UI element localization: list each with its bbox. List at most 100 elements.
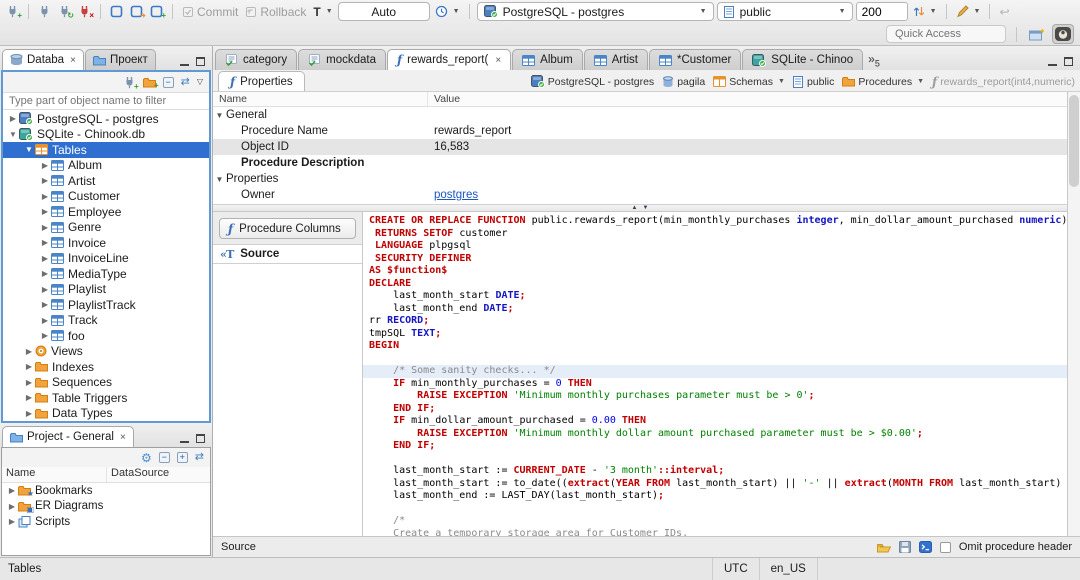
property-row[interactable]: Procedure Name rewards_report	[213, 123, 1067, 139]
code-line[interactable]: tmpSQL TEXT;	[363, 328, 1067, 341]
chevron-right-icon[interactable]: ▶	[23, 378, 35, 387]
breadcrumb-item[interactable]: Schemas ▼	[709, 76, 789, 88]
vertical-scrollbar[interactable]	[1067, 92, 1080, 536]
new-folder-icon[interactable]: +	[142, 77, 159, 89]
breadcrumb-item[interactable]: Procedures ▼	[838, 76, 928, 88]
dropdown-arrow-icon[interactable]: ▼	[778, 78, 785, 85]
chevron-right-icon[interactable]: ▶	[23, 393, 35, 402]
tree-item[interactable]: ▶ Artist	[3, 173, 209, 189]
procedure-columns-button[interactable]: ƒ Procedure Columns	[219, 218, 356, 239]
tree-item[interactable]: ▶ Album	[3, 158, 209, 174]
code-line[interactable]: /* Some sanity checks... */	[363, 365, 1067, 378]
object-filter-input[interactable]	[3, 92, 209, 110]
property-row[interactable]: Owner postgres	[213, 187, 1067, 203]
code-line[interactable]: last_month_end := LAST_DAY(last_month_st…	[363, 490, 1067, 503]
open-sql-script-button[interactable]: ➜	[128, 4, 146, 20]
chevron-right-icon[interactable]: ▶	[23, 409, 35, 418]
source-page-item[interactable]: «T Source	[213, 244, 362, 264]
code-line[interactable]: rr RECORD;	[363, 315, 1067, 328]
tab-project-general[interactable]: Project - General ×	[2, 426, 134, 447]
code-line[interactable]: AS $function$	[363, 265, 1067, 278]
dbeaver-perspective-button[interactable]	[1052, 24, 1074, 44]
scrollbar-thumb[interactable]	[1069, 95, 1079, 187]
navigator-tab-databa[interactable]: Databa ×	[2, 49, 84, 70]
close-icon[interactable]: ×	[495, 55, 501, 66]
code-line[interactable]	[363, 503, 1067, 516]
maximize-icon[interactable]	[196, 434, 205, 443]
code-line[interactable]: END IF;	[363, 440, 1067, 453]
tree-item[interactable]: ▶ Indexes	[3, 359, 209, 375]
chevron-right-icon[interactable]: ▶	[39, 269, 51, 278]
chevron-right-icon[interactable]: ▶	[6, 517, 18, 526]
editor-tab-sqlite-chinoo[interactable]: SQLite - Chinoo	[742, 49, 864, 70]
chevron-right-icon[interactable]: ▶	[39, 331, 51, 340]
chevron-right-icon[interactable]: ▶	[39, 176, 51, 185]
editor-tab--customer[interactable]: *Customer	[648, 49, 742, 70]
chevron-right-icon[interactable]: ▶	[6, 502, 18, 511]
chevron-down-icon[interactable]: ▼	[23, 145, 35, 154]
close-icon[interactable]: ×	[120, 432, 126, 443]
code-line[interactable]: Create a temporary storage area for Cust…	[363, 528, 1067, 537]
tree-item[interactable]: ▶ Genre	[3, 220, 209, 236]
chevron-right-icon[interactable]: ▶	[39, 300, 51, 309]
save-icon[interactable]	[898, 541, 911, 553]
new-connection-icon[interactable]: +	[123, 76, 139, 90]
tree-item[interactable]: ▶ MediaType	[3, 266, 209, 282]
source-code-editor[interactable]: CREATE OR REPLACE FUNCTION public.reward…	[363, 212, 1067, 536]
minimize-icon[interactable]	[180, 62, 189, 66]
schema-selector[interactable]: public ▼	[716, 2, 853, 21]
tab-properties[interactable]: ƒ Properties	[218, 71, 305, 91]
refresh-button[interactable]: ▼	[911, 4, 939, 19]
editor-tab-mockdata[interactable]: mockdata	[298, 49, 386, 70]
property-value[interactable]: postgres	[428, 189, 1067, 201]
new-sql-editor-button[interactable]: +	[148, 4, 166, 20]
minimize-icon[interactable]	[1048, 62, 1057, 66]
code-line[interactable]: last_month_start := to_date((extract(YEA…	[363, 478, 1067, 491]
code-line[interactable]	[363, 453, 1067, 466]
tree-item[interactable]: ▶ Invoice	[3, 235, 209, 251]
sql-editor-button[interactable]	[108, 4, 125, 19]
tree-item[interactable]: ▶ Track	[3, 313, 209, 329]
breadcrumb-item[interactable]: ƒ rewards_report(int4,numeric)	[928, 76, 1079, 88]
code-line[interactable]: IF min_monthly_purchases = 0 THEN	[363, 378, 1067, 391]
tree-item[interactable]: ▶ PlaylistTrack	[3, 297, 209, 313]
project-item[interactable]: ▶ ▣ ER Diagrams	[2, 499, 210, 515]
collapse-all-icon[interactable]: −	[158, 452, 170, 463]
link-with-editor-icon[interactable]: ⇄	[181, 76, 190, 88]
tree-item[interactable]: ▼ Tables	[3, 142, 209, 158]
project-item[interactable]: ▶ Scripts	[2, 514, 210, 530]
tree-item[interactable]: ▶ Employee	[3, 204, 209, 220]
tree-item[interactable]: ▶ Playlist	[3, 282, 209, 298]
property-row[interactable]: Procedure Description	[213, 155, 1067, 171]
code-line[interactable]: END IF;	[363, 403, 1067, 416]
tree-item[interactable]: ▶ Views	[3, 344, 209, 360]
console-icon[interactable]	[918, 541, 932, 553]
expand-all-icon[interactable]: +	[176, 452, 188, 463]
commit-mode-combo[interactable]: Auto	[337, 2, 430, 21]
code-line[interactable]: last_month_end DATE;	[363, 303, 1067, 316]
breadcrumb-item[interactable]: pagila	[658, 76, 709, 88]
chevron-right-icon[interactable]: ▶	[39, 238, 51, 247]
column-header-name[interactable]: Name	[2, 467, 107, 482]
horizontal-splitter[interactable]: ▲ ▼	[213, 204, 1067, 212]
code-line[interactable]: LANGUAGE plpgsql	[363, 240, 1067, 253]
breadcrumb-item[interactable]: PostgreSQL - postgres	[527, 75, 658, 88]
view-menu-icon[interactable]: ▽	[197, 78, 203, 86]
chevron-right-icon[interactable]: ▶	[6, 486, 18, 495]
editor-tab-artist[interactable]: Artist	[583, 49, 648, 70]
code-line[interactable]	[363, 353, 1067, 366]
code-line[interactable]: RAISE EXCEPTION 'Minimum monthly dollar …	[363, 428, 1067, 441]
chevron-right-icon[interactable]: ▶	[39, 254, 51, 263]
code-line[interactable]: RETURNS SETOF customer	[363, 228, 1067, 241]
chevron-right-icon[interactable]: ▶	[23, 347, 35, 356]
tree-item[interactable]: ▶ PostgreSQL - postgres	[3, 111, 209, 127]
column-header-datasource[interactable]: DataSource	[107, 467, 169, 482]
minimize-icon[interactable]	[180, 439, 189, 443]
dropdown-arrow-icon[interactable]: ▼	[917, 78, 924, 85]
gear-icon[interactable]: ⚙	[141, 452, 152, 464]
editor-tab-album[interactable]: Album	[512, 49, 583, 70]
disconnect-button[interactable]: ×	[76, 4, 94, 20]
chevron-right-icon[interactable]: ▶	[39, 161, 51, 170]
tree-item[interactable]: ▶ Table Triggers	[3, 390, 209, 406]
collapse-all-icon[interactable]: −	[162, 76, 174, 88]
